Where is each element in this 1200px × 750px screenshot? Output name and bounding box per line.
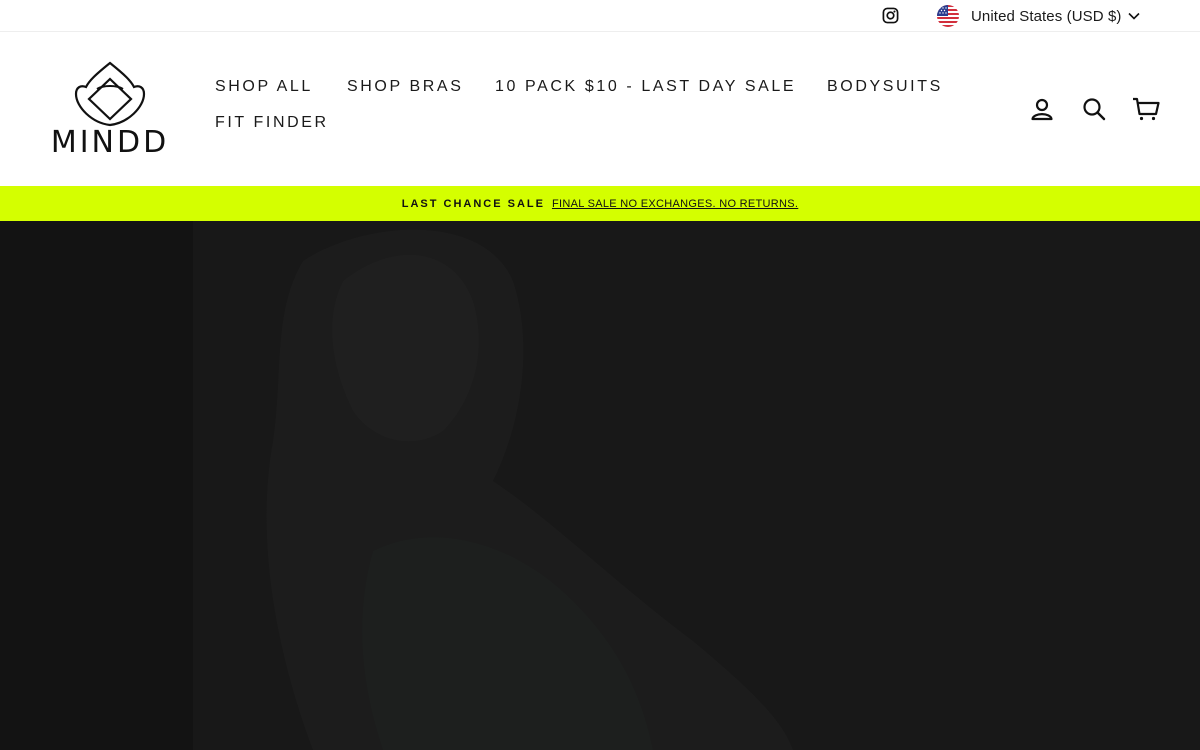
nav-item-fit-finder[interactable]: FIT FINDER (215, 114, 329, 132)
currency-selector[interactable]: United States (USD $) (937, 4, 1140, 28)
brand-name: MINDD (50, 125, 170, 160)
utility-bar: United States (USD $) (0, 0, 1200, 32)
nav-item-10-pack-sale[interactable]: 10 PACK $10 - LAST DAY SALE (495, 78, 796, 96)
instagram-icon[interactable] (880, 5, 900, 25)
brand-logo[interactable]: MINDD (45, 61, 175, 161)
announcement-bar: LAST CHANCE SALE FINAL SALE NO EXCHANGES… (0, 186, 1200, 221)
nav-item-bodysuits[interactable]: BODYSUITS (827, 78, 943, 96)
announcement-link[interactable]: FINAL SALE NO EXCHANGES. NO RETURNS. (552, 198, 798, 210)
header-icons (1027, 94, 1177, 124)
us-flag-icon (937, 5, 959, 27)
hero-image (193, 221, 1200, 750)
site-header: MINDD SHOP ALL SHOP BRAS 10 PACK $10 - L… (0, 32, 1200, 186)
lotus-logo-icon (74, 61, 146, 127)
announcement-title: LAST CHANCE SALE (401, 197, 545, 210)
nav-item-shop-bras[interactable]: SHOP BRAS (347, 78, 463, 96)
cart-icon[interactable] (1131, 94, 1161, 124)
nav-item-shop-all[interactable]: SHOP ALL (215, 78, 313, 96)
chevron-down-icon (1127, 12, 1140, 20)
hero-side-panel (0, 221, 193, 750)
user-icon[interactable] (1027, 94, 1057, 124)
search-icon[interactable] (1079, 94, 1109, 124)
hero-banner[interactable] (0, 221, 1200, 750)
currency-label: United States (USD $) (971, 7, 1122, 25)
